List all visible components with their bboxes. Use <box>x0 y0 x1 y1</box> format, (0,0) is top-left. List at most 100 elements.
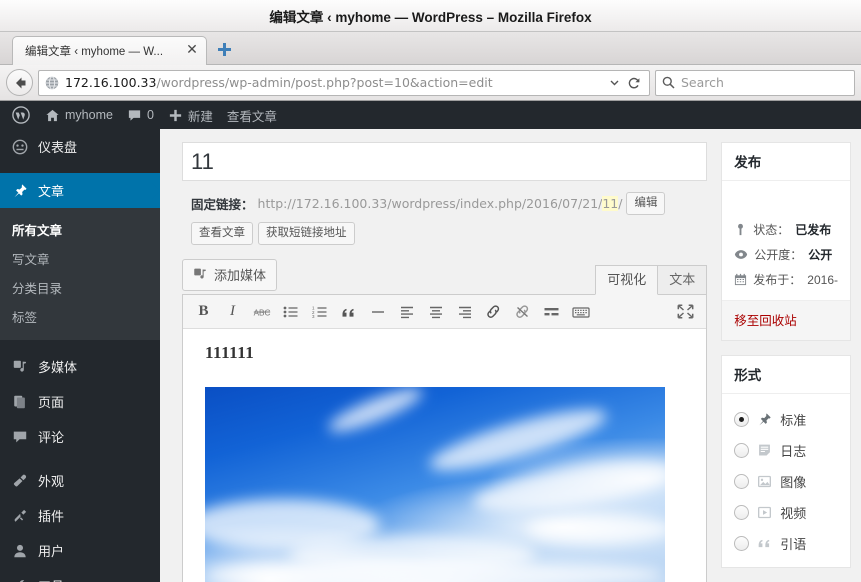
eye-icon <box>734 248 748 261</box>
post-date-row: 发布于： 2016- <box>734 267 838 292</box>
pin-marker-icon <box>734 223 747 236</box>
menu-separator <box>0 340 160 349</box>
post-status-row: 状态： 已发布 <box>734 217 838 242</box>
sidebar-item-comments[interactable]: 评论 <box>0 419 160 454</box>
post-date-label: 发布于： <box>753 271 801 288</box>
format-option-standard[interactable]: 标准 <box>734 404 838 435</box>
align-center-icon[interactable] <box>421 298 450 326</box>
globe-icon <box>45 76 59 90</box>
radio-quote[interactable] <box>734 536 749 551</box>
url-host: 172.16.100.33 <box>65 75 156 90</box>
search-input[interactable]: Search <box>681 75 724 90</box>
numbered-list-icon[interactable]: 1 2 3 <box>305 298 334 326</box>
url-bar-actions <box>605 76 645 90</box>
format-metabox: 形式 标准 <box>721 355 851 568</box>
content-heading: 111111 <box>205 343 684 363</box>
distraction-free-icon[interactable] <box>671 298 700 326</box>
remove-link-icon[interactable] <box>508 298 537 326</box>
wordpress-logo-icon[interactable] <box>4 101 38 129</box>
format-option-quote[interactable]: 引语 <box>734 528 838 559</box>
url-bar[interactable]: 172.16.100.33/wordpress/wp-admin/post.ph… <box>38 70 650 96</box>
bold-icon[interactable]: B <box>189 298 218 326</box>
back-arrow-icon[interactable] <box>6 69 33 96</box>
tab-visual[interactable]: 可视化 <box>595 265 658 295</box>
tab-text[interactable]: 文本 <box>657 265 707 295</box>
window-title: 编辑文章 ‹ myhome — WordPress – Mozilla Fire… <box>269 6 591 26</box>
image-icon <box>757 474 772 489</box>
post-date-value[interactable]: 2016- <box>807 273 838 287</box>
sidebar-item-label: 工具 <box>38 576 64 582</box>
format-option-video[interactable]: 视频 <box>734 497 838 528</box>
post-visibility-value[interactable]: 公开 <box>808 246 832 263</box>
sidebar-item-appearance[interactable]: 外观 <box>0 463 160 498</box>
reload-icon[interactable] <box>627 76 641 90</box>
plus-icon[interactable] <box>211 36 237 62</box>
radio-aside[interactable] <box>734 443 749 458</box>
sidebar-item-plugins[interactable]: 插件 <box>0 498 160 533</box>
sidebar-item-all-posts[interactable]: 所有文章 <box>0 215 160 244</box>
admin-sidebar-menu: 仪表盘 文章 所有文章 写文章 分类目录 标签 <box>0 129 160 582</box>
italic-icon[interactable]: I <box>218 298 247 326</box>
tools-wrench-icon <box>11 578 29 582</box>
sidebar-item-posts[interactable]: 文章 <box>0 173 160 208</box>
sidebar-item-media[interactable]: 多媒体 <box>0 349 160 384</box>
sidebar-item-tools[interactable]: 工具 <box>0 568 160 582</box>
format-label: 引语 <box>780 534 806 553</box>
permalink-url[interactable]: http://172.16.100.33/wordpress/index.php… <box>258 196 623 211</box>
insert-link-icon[interactable] <box>479 298 508 326</box>
browser-titlebar: 编辑文章 ‹ myhome — WordPress – Mozilla Fire… <box>0 0 861 32</box>
sidebar-item-label: 页面 <box>38 392 64 411</box>
align-right-icon[interactable] <box>450 298 479 326</box>
strikethrough-icon[interactable]: ABC <box>247 298 276 326</box>
view-post-button[interactable]: 查看文章 <box>191 222 253 245</box>
sidebar-item-add-new-post[interactable]: 写文章 <box>0 244 160 273</box>
publish-metabox-title: 发布 <box>722 143 850 181</box>
quote-icon <box>757 536 772 551</box>
adminbar-comments[interactable]: 0 <box>120 101 161 129</box>
content-image-sky[interactable] <box>205 387 665 582</box>
browser-tabstrip: 编辑文章 ‹ myhome — W... ✕ <box>0 32 861 65</box>
align-left-icon[interactable] <box>392 298 421 326</box>
post-status-value[interactable]: 已发布 <box>795 221 831 238</box>
sidebar-item-users[interactable]: 用户 <box>0 533 160 568</box>
close-icon[interactable]: ✕ <box>184 43 200 59</box>
editor-content-area[interactable]: 111111 <box>183 329 706 582</box>
radio-video[interactable] <box>734 505 749 520</box>
browser-tab-label: 编辑文章 ‹ myhome — W... <box>25 43 184 59</box>
add-media-button[interactable]: 添加媒体 <box>182 259 277 291</box>
publish-actions-placeholder <box>734 191 838 217</box>
editor-container: B I ABC <box>182 294 707 582</box>
sidebar-item-categories[interactable]: 分类目录 <box>0 273 160 302</box>
sidebar-item-tags[interactable]: 标签 <box>0 302 160 331</box>
radio-standard[interactable] <box>734 412 749 427</box>
post-visibility-label: 公开度： <box>754 246 802 263</box>
format-option-image[interactable]: 图像 <box>734 466 838 497</box>
bulleted-list-icon[interactable] <box>276 298 305 326</box>
browser-search-bar[interactable]: Search <box>655 70 855 96</box>
post-title-input[interactable] <box>182 142 707 181</box>
move-to-trash-link[interactable]: 移至回收站 <box>734 314 797 328</box>
horizontal-rule-icon[interactable] <box>363 298 392 326</box>
get-shortlink-button[interactable]: 获取短链接地址 <box>258 222 355 245</box>
user-icon <box>11 543 29 559</box>
admin-body: 仪表盘 文章 所有文章 写文章 分类目录 标签 <box>0 129 861 582</box>
adminbar-site-name[interactable]: myhome <box>38 101 120 129</box>
keyboard-shortcuts-icon[interactable] <box>566 298 595 326</box>
sidebar-item-pages[interactable]: 页面 <box>0 384 160 419</box>
browser-tab[interactable]: 编辑文章 ‹ myhome — W... ✕ <box>12 36 207 65</box>
sidebar-item-label: 用户 <box>38 541 64 560</box>
adminbar-new-content[interactable]: 新建 <box>161 101 220 129</box>
radio-image[interactable] <box>734 474 749 489</box>
format-option-aside[interactable]: 日志 <box>734 435 838 466</box>
url-text: 172.16.100.33/wordpress/wp-admin/post.ph… <box>65 75 605 90</box>
pin-icon <box>11 183 29 199</box>
editor-toolbar: B I ABC <box>183 295 706 329</box>
blockquote-icon[interactable] <box>334 298 363 326</box>
sidebar-item-dashboard[interactable]: 仪表盘 <box>0 129 160 164</box>
format-options-list: 标准 日志 <box>722 394 850 567</box>
sidebar-item-label: 插件 <box>38 506 64 525</box>
adminbar-view-post[interactable]: 查看文章 <box>220 101 284 129</box>
edit-slug-button[interactable]: 编辑 <box>626 192 665 215</box>
chevron-down-icon[interactable] <box>609 77 620 88</box>
insert-more-tag-icon[interactable] <box>537 298 566 326</box>
